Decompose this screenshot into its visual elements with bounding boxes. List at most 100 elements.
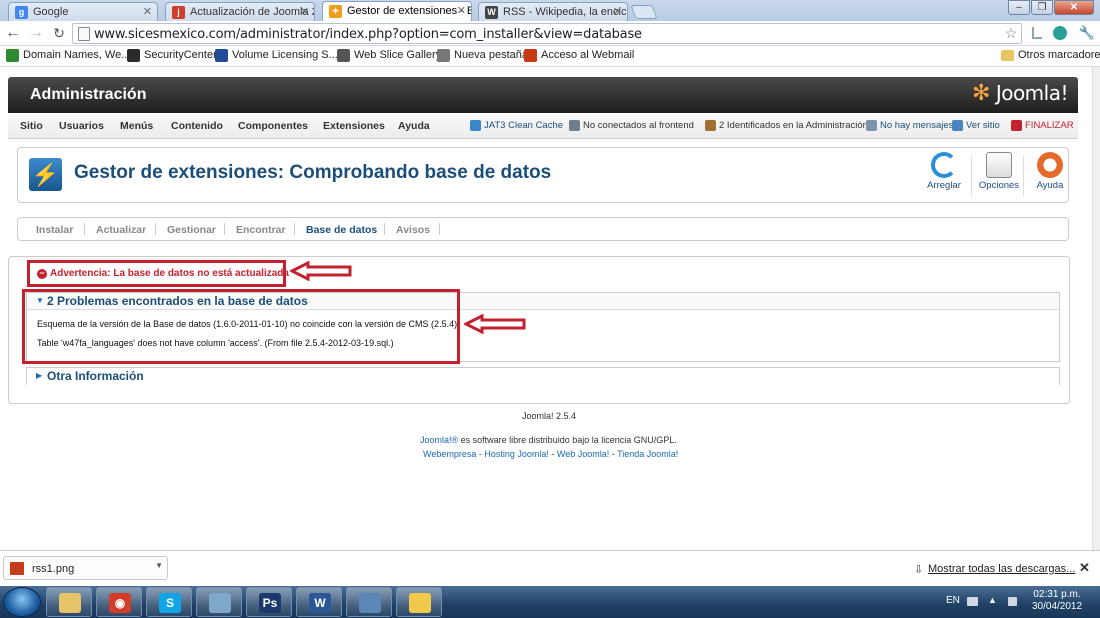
download-item[interactable]: rss1.png ▼ (3, 556, 168, 580)
status-icon (866, 120, 877, 131)
footer-link[interactable]: Tienda Joomla! (617, 449, 678, 459)
other-info-header[interactable]: ▶ Otra Información (27, 368, 1059, 385)
bookmark-item[interactable]: Domain Names, We... (6, 49, 130, 62)
image-file-icon (10, 562, 24, 575)
title-box: ⚡ Gestor de extensiones: Comprobando bas… (17, 147, 1069, 203)
other-info-panel[interactable]: ▶ Otra Información (26, 367, 1060, 385)
footer-link[interactable]: Hosting Joomla! (484, 449, 549, 459)
submenu: Instalar Actualizar Gestionar Encontrar Base… (17, 217, 1069, 241)
close-window-button[interactable]: ✕ (1054, 0, 1094, 15)
taskbar-word-button[interactable]: W (296, 587, 342, 617)
annotation-box (22, 289, 460, 364)
menu-item-contenido[interactable]: Contenido (171, 120, 223, 132)
window-controls: – ❐ ✕ (1008, 0, 1094, 16)
forward-icon[interactable]: → (27, 23, 45, 43)
wikipedia-icon: W (485, 6, 498, 19)
status-icon (569, 120, 580, 131)
admin-menubar: Sitio Usuarios Menús Contenido Componentes Ex… (8, 113, 1078, 139)
version-text: Joomla! 2.5.4 (522, 411, 577, 421)
toolbar-button-ayuda[interactable]: Ayuda (1026, 152, 1074, 191)
other-bookmarks[interactable]: Otros marcadores (1001, 49, 1100, 61)
star-icon[interactable]: ☆ (1002, 23, 1020, 43)
footer-link[interactable]: Web Joomla! (557, 449, 609, 459)
close-download-bar-icon[interactable]: ✕ (1079, 560, 1090, 576)
license-text: Joomla!® es software libre distribuido b… (420, 435, 677, 445)
bookmark-item[interactable]: Web Slice Gallery (337, 49, 441, 62)
language-indicator[interactable]: EN (946, 595, 960, 606)
toolbar-button-arreglar[interactable]: Arreglar (920, 152, 968, 191)
menu-item-ayuda[interactable]: Ayuda (398, 120, 430, 132)
download-filename: rss1.png (32, 563, 75, 575)
extension-icon[interactable] (1053, 26, 1067, 40)
subnav-item[interactable]: Actualizar (96, 224, 146, 236)
taskbar-screen-button[interactable] (346, 587, 392, 617)
menu-item-componentes[interactable]: Componentes (238, 120, 308, 132)
volume-icon[interactable] (1008, 597, 1017, 606)
screen-icon (359, 593, 381, 613)
start-button[interactable] (3, 587, 41, 617)
taskbar-chrome-button[interactable]: ◉ (96, 587, 142, 617)
status-icon (1011, 120, 1022, 131)
bookmark-item[interactable]: Volume Licensing S... (215, 49, 338, 62)
menu-item-menus[interactable]: Menús (120, 120, 153, 132)
browser-tab[interactable]: g Google ✕ (8, 2, 158, 21)
taskbar-skype-button[interactable]: S (146, 587, 192, 617)
menu-item-extensiones[interactable]: Extensiones (323, 120, 385, 132)
taskbar: ◉ S Ps W EN ▲ 02:31 p.m. 30/04/2012 (0, 586, 1100, 618)
joomla-link[interactable]: Joomla!® (420, 435, 458, 445)
clock[interactable]: 02:31 p.m. 30/04/2012 (1032, 589, 1082, 613)
signal-icon[interactable] (1032, 27, 1042, 39)
refresh-icon (931, 152, 957, 178)
toolbar-button-opciones[interactable]: Opciones (975, 152, 1023, 191)
subnav-item[interactable]: Avisos (396, 224, 430, 236)
taskbar-app-button[interactable] (196, 587, 242, 617)
page-title: Gestor de extensiones: Comprobando base … (74, 162, 552, 183)
close-tab-icon[interactable]: ✕ (613, 5, 622, 18)
show-hidden-icon[interactable]: ▲ (988, 595, 997, 605)
menu-item-sitio[interactable]: Sitio (20, 120, 43, 132)
bookmark-item[interactable]: SecurityCenter (127, 49, 217, 62)
close-tab-icon[interactable]: ✕ (300, 5, 309, 18)
bookmark-icon (215, 49, 228, 62)
back-icon[interactable]: ← (4, 23, 22, 43)
subnav-item[interactable]: Base de datos (306, 224, 377, 236)
dropdown-icon[interactable]: ▼ (155, 561, 163, 570)
close-tab-icon[interactable]: ✕ (457, 4, 466, 17)
minimize-button[interactable]: – (1008, 0, 1030, 15)
browser-tab[interactable]: W RSS - Wikipedia, la enciclop ✕ (478, 2, 628, 21)
status-item: 2 Identificados en la Administración (705, 120, 868, 131)
taskbar-outlook-button[interactable] (396, 587, 442, 617)
browser-tab[interactable]: j Actualización de Joomla 2.5 ✕ (165, 2, 315, 21)
taskbar-photoshop-button[interactable]: Ps (246, 587, 292, 617)
address-bar[interactable]: www.sicesmexico.com/administrator/index.… (72, 23, 1022, 44)
footer-link[interactable]: Webempresa (423, 449, 476, 459)
reload-icon[interactable]: ↻ (50, 23, 68, 43)
warning-icon: − (37, 269, 47, 279)
bookmark-item[interactable]: Acceso al Webmail (524, 49, 634, 62)
menu-item-usuarios[interactable]: Usuarios (59, 120, 104, 132)
status-item[interactable]: FINALIZAR (1011, 120, 1074, 131)
show-all-downloads-link[interactable]: ⇩ Mostrar todas las descargas... (914, 563, 1075, 576)
other-info-title: Otra Información (47, 369, 144, 383)
network-icon[interactable] (967, 597, 978, 606)
tab-title: Gestor de extensiones - Bas (347, 5, 472, 17)
bookmark-icon (437, 49, 450, 62)
browser-tab[interactable]: ✦ Gestor de extensiones - Bas ✕ (322, 1, 472, 21)
page-scrollbar[interactable] (1092, 67, 1100, 550)
subnav-item[interactable]: Instalar (36, 224, 73, 236)
status-item[interactable]: No hay mensajes (866, 120, 953, 131)
subnav-item[interactable]: Encontrar (236, 224, 286, 236)
bookmark-item[interactable]: Nueva pestaña (437, 49, 528, 62)
annotation-arrow (290, 261, 352, 281)
maximize-button[interactable]: ❐ (1031, 0, 1053, 15)
subnav-item[interactable]: Gestionar (167, 224, 216, 236)
wrench-icon[interactable]: 🔧 (1078, 23, 1096, 43)
new-tab-button[interactable] (630, 5, 658, 19)
download-arrow-icon: ⇩ (914, 564, 924, 576)
status-item[interactable]: JAT3 Clean Cache (470, 120, 563, 131)
taskbar-explorer-button[interactable] (46, 587, 92, 617)
joomla-logo: ✻ Joomla! (972, 81, 1068, 106)
close-tab-icon[interactable]: ✕ (143, 5, 152, 18)
outlook-icon (409, 593, 431, 613)
status-item[interactable]: Ver sitio (952, 120, 1000, 131)
